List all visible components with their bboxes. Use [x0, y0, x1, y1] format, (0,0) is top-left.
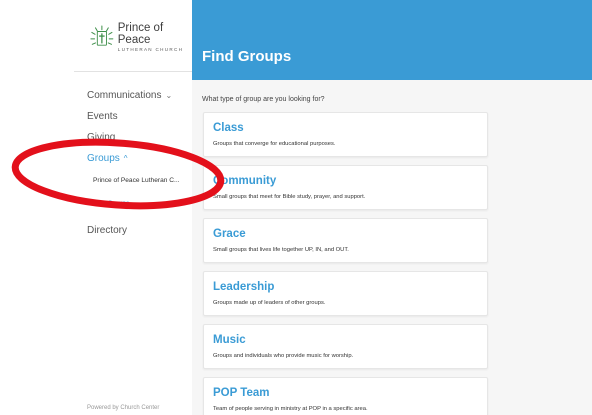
chevron-down-icon: ⌄	[165, 91, 173, 100]
sidebar-item-label: Events	[87, 111, 118, 122]
group-card-music[interactable]: Music Groups and individuals who provide…	[203, 324, 488, 369]
page-header: Find Groups	[192, 0, 592, 80]
group-card-title: Grace	[213, 228, 246, 240]
group-card-description: Groups that converge for educational pur…	[213, 141, 336, 147]
sidebar-item-label: Giving	[87, 132, 116, 143]
sidebar-item-label: Communications	[87, 90, 162, 101]
group-card-description: Groups made up of leaders of other group…	[213, 300, 326, 306]
sidebar-item-label: Groups	[87, 153, 120, 164]
sidebar-subitem-prince-of-peace[interactable]: Prince of Peace Lutheran C...	[87, 169, 192, 192]
logo-text: Prince of Peace LUTHERAN CHURCH	[118, 22, 192, 52]
group-card-class[interactable]: Class Groups that converge for education…	[203, 112, 488, 157]
group-card-community[interactable]: Community Small groups that meet for Bib…	[203, 165, 488, 210]
group-card-description: Small groups that meet for Bible study, …	[213, 194, 366, 200]
sidebar-item-directory[interactable]: Directory	[87, 220, 192, 241]
group-card-pop-team[interactable]: POP Team Team of people serving in minis…	[203, 377, 488, 415]
group-card-title: Leadership	[213, 281, 275, 293]
church-logo[interactable]: Prince of Peace LUTHERAN CHURCH	[90, 22, 192, 52]
logo-name: Prince of Peace	[117, 22, 164, 46]
sidebar-subitem-label: Prince of Peace Lutheran C...	[93, 177, 180, 184]
main-content: What type of group are you looking for? …	[192, 80, 592, 415]
group-card-title: Music	[213, 334, 246, 346]
logo-subtitle: LUTHERAN CHURCH	[117, 47, 184, 52]
sidebar: Prince of Peace LUTHERAN CHURCH Communic…	[0, 0, 192, 415]
sidebar-item-events[interactable]: Events	[87, 106, 192, 127]
sidebar-item-giving[interactable]: Giving	[87, 127, 192, 148]
sidebar-item-label: Directory	[87, 225, 128, 236]
group-card-title: Class	[213, 122, 244, 134]
group-card-description: Groups and individuals who provide music…	[213, 353, 354, 359]
group-card-leadership[interactable]: Leadership Groups made up of leaders of …	[203, 271, 488, 316]
logo-divider	[74, 71, 192, 72]
group-card-description: Team of people serving in ministry at PO…	[213, 406, 368, 412]
powered-by-footer[interactable]: Powered by Church Center	[87, 405, 159, 411]
group-card-grace[interactable]: Grace Small groups that lives life toget…	[203, 218, 488, 263]
cross-sunburst-icon	[90, 25, 114, 46]
chevron-up-icon: ^	[123, 154, 128, 163]
page-title: Find Groups	[202, 48, 292, 65]
sidebar-nav: Communications ⌄ Events Giving Groups ^ …	[87, 85, 192, 241]
sidebar-item-groups[interactable]: Groups ^	[87, 148, 192, 169]
sidebar-subitem-find-groups[interactable]: Find Groups	[87, 192, 192, 215]
group-card-title: POP Team	[213, 387, 270, 399]
group-card-description: Small groups that lives life together UP…	[213, 247, 349, 253]
group-card-title: Community	[213, 175, 277, 187]
sidebar-item-communications[interactable]: Communications ⌄	[87, 85, 192, 106]
group-type-question: What type of group are you looking for?	[202, 96, 325, 103]
sidebar-subitem-label: Find Groups	[93, 200, 130, 207]
